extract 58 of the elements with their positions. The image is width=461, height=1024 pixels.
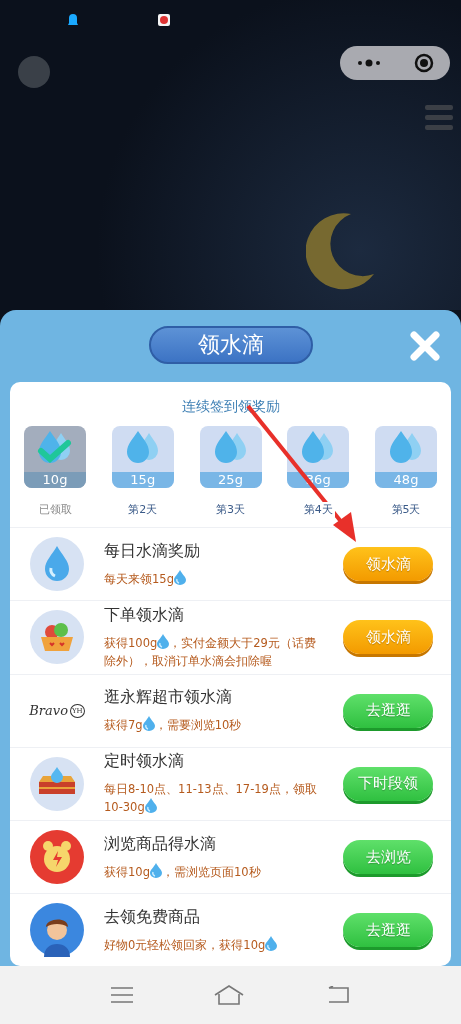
- reward-amount: 15g: [111, 472, 174, 488]
- panel-title: 领水滴: [148, 326, 313, 364]
- water-drop-icon: [149, 862, 162, 878]
- treasure-chest-icon: [30, 756, 84, 811]
- task-button[interactable]: 领水滴: [343, 547, 433, 581]
- reward-amount: 25g: [199, 472, 262, 488]
- task-description: 每日8-10点、11-13点、17-19点，领取: [104, 782, 317, 797]
- more-icon[interactable]: [356, 59, 382, 67]
- alarm-clock-icon: [30, 830, 84, 884]
- task-title: 定时领水滴: [104, 751, 185, 773]
- cartoon-man-icon: [30, 903, 84, 957]
- day-label: 第3天: [214, 502, 247, 517]
- home-icon[interactable]: [214, 985, 245, 1005]
- task-description: 获得100g: [104, 635, 158, 650]
- task-title: 每日水滴奖励: [104, 540, 201, 562]
- day-label: 第4天: [301, 502, 335, 517]
- water-drop-icon: [144, 798, 157, 814]
- task-description: 除外），取消订单水滴会扣除喔: [104, 653, 272, 668]
- task-description: ，需浏览页面10秒: [161, 864, 261, 879]
- task-title: 浏览商品得水滴: [104, 833, 217, 855]
- notification-icon: [68, 14, 78, 26]
- day-label: 第5天: [389, 502, 423, 517]
- task-description: 10-30g: [104, 800, 145, 815]
- task-button[interactable]: 去逛逛: [343, 913, 433, 947]
- reward-tile[interactable]: 15g: [111, 426, 174, 488]
- task-button[interactable]: 下时段领: [343, 766, 433, 801]
- reward-tile[interactable]: 48g: [375, 426, 437, 488]
- task-description: 获得10g: [104, 864, 150, 879]
- task-button[interactable]: 去逛逛: [343, 693, 433, 728]
- task-title: 逛永辉超市领水滴: [104, 687, 233, 708]
- reward-amount: 48g: [375, 472, 437, 488]
- fruit-basket-icon: [30, 610, 84, 665]
- reward-tile[interactable]: 10g: [24, 426, 86, 488]
- avatar-placeholder: [18, 56, 50, 88]
- day-label: 第2天: [126, 502, 160, 517]
- task-description: ，实付金额大于29元（话费: [169, 635, 316, 650]
- menu-icon[interactable]: [425, 103, 453, 131]
- app-notification-icon: [158, 14, 170, 26]
- water-drop-icon: [173, 569, 186, 585]
- water-drop-icon: [142, 716, 155, 731]
- logo-text: Bravo: [29, 703, 68, 718]
- back-icon[interactable]: [326, 986, 351, 1004]
- task-button[interactable]: 去浏览: [343, 840, 433, 874]
- task-button[interactable]: 领水滴: [343, 620, 433, 655]
- task-title: 下单领水滴: [104, 604, 185, 626]
- task-description: 好物0元轻松领回家，获得10g: [104, 937, 266, 952]
- close-target-icon[interactable]: [414, 53, 434, 73]
- task-title: 去领免费商品: [104, 906, 201, 928]
- reward-tile[interactable]: 25g: [199, 426, 262, 488]
- close-icon[interactable]: [409, 330, 441, 362]
- task-description: 每天来领15g: [104, 571, 174, 586]
- water-drop-icon: [157, 633, 170, 649]
- task-description: 获得7g: [104, 718, 143, 732]
- menu-icon[interactable]: [110, 987, 133, 1003]
- water-drop-icon: [30, 537, 84, 591]
- water-drop-icon: [265, 935, 278, 951]
- reward-amount: 10g: [24, 472, 86, 488]
- task-description: ，需要浏览10秒: [154, 718, 242, 732]
